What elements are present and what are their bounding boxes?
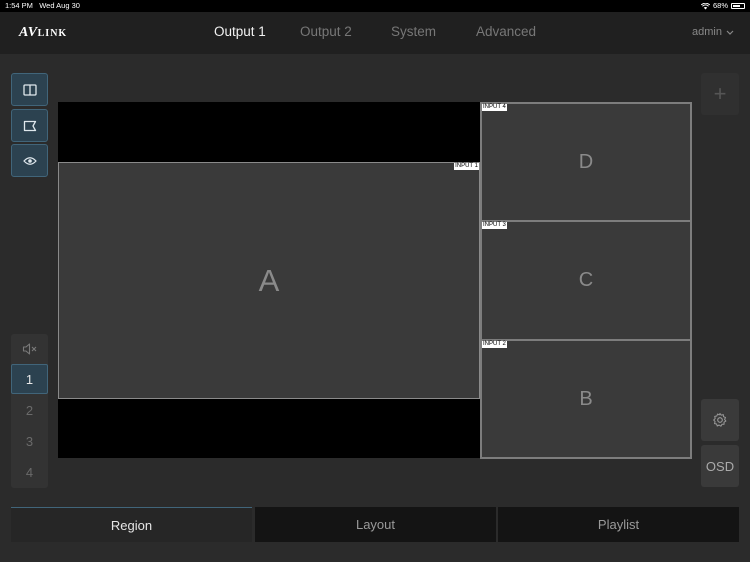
eye-icon <box>22 156 37 165</box>
input-label: INPUT 4 <box>482 104 507 111</box>
tab-output-2[interactable]: Output 2 <box>300 24 352 39</box>
input-label: INPUT 1 <box>454 163 479 170</box>
tab-system[interactable]: System <box>391 24 436 39</box>
audio-channel-4[interactable]: 4 <box>11 457 48 487</box>
split-layout-icon <box>22 83 37 96</box>
region-a[interactable]: A INPUT 1 <box>58 162 480 399</box>
tab-advanced[interactable]: Advanced <box>476 24 536 39</box>
speaker-mute-icon <box>22 343 37 355</box>
audio-channel-1[interactable]: 1 <box>11 364 48 394</box>
input-label: INPUT 3 <box>482 222 507 229</box>
tab-playlist[interactable]: Playlist <box>498 507 739 542</box>
split-layout-button[interactable] <box>11 73 48 106</box>
flag-button[interactable] <box>11 109 48 142</box>
status-bar: 1:54 PM Wed Aug 30 68% <box>0 0 750 12</box>
user-name: admin <box>692 26 722 38</box>
tab-region[interactable]: Region <box>11 507 252 542</box>
top-nav: AVLINK Output 1 Output 2 System Advanced… <box>0 12 750 54</box>
preview-button[interactable] <box>11 144 48 177</box>
audio-channel-2[interactable]: 2 <box>11 395 48 425</box>
battery-percent: 68% <box>712 1 728 10</box>
user-menu[interactable]: admin <box>692 26 734 38</box>
settings-button[interactable] <box>701 399 739 441</box>
region-d[interactable]: D INPUT 4 <box>480 102 692 222</box>
mute-button[interactable] <box>11 334 48 364</box>
wifi-icon <box>700 2 710 9</box>
status-time: 1:54 PM Wed Aug 30 <box>5 1 80 10</box>
status-date: Wed Aug 30 <box>39 1 80 10</box>
add-region-button[interactable]: + <box>701 73 739 115</box>
region-c[interactable]: C INPUT 3 <box>480 220 692 341</box>
audio-channel-3[interactable]: 3 <box>11 426 48 456</box>
region-letter: A <box>258 262 280 298</box>
region-letter: C <box>578 269 594 291</box>
battery-indicator: 68% <box>700 0 745 12</box>
brand-logo: AVLINK <box>19 25 68 40</box>
tab-layout[interactable]: Layout <box>255 507 496 542</box>
battery-icon <box>731 3 745 9</box>
osd-button[interactable]: OSD <box>701 445 739 487</box>
audio-panel: 1 2 3 4 <box>11 334 48 488</box>
bottom-tab-bar: Region Layout Playlist <box>11 507 739 543</box>
input-label: INPUT 2 <box>482 341 507 348</box>
tab-output-1[interactable]: Output 1 <box>214 24 266 39</box>
gear-icon <box>713 413 727 427</box>
flag-icon <box>23 120 36 131</box>
region-b[interactable]: B INPUT 2 <box>480 339 692 459</box>
region-letter: D <box>578 150 594 173</box>
region-letter: B <box>579 387 593 410</box>
chevron-down-icon <box>726 30 734 35</box>
